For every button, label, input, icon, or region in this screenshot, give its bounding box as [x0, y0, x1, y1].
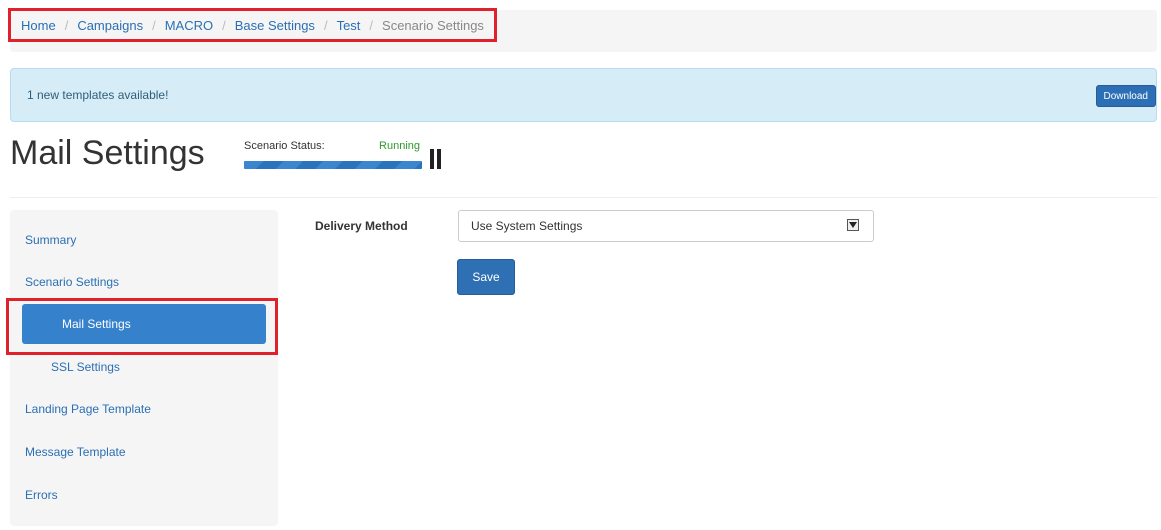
breadcrumb: Home / Campaigns / MACRO / Base Settings… [8, 8, 497, 42]
download-button[interactable]: Download [1095, 85, 1156, 107]
sidebar-item-label: Mail Settings [62, 317, 131, 331]
breadcrumb-separator: / [323, 17, 328, 33]
sidebar-item-mail-settings[interactable]: Mail Settings [22, 304, 266, 344]
sidebar-item-errors[interactable]: Errors [25, 488, 58, 502]
sidebar-item-landing-page-template[interactable]: Landing Page Template [25, 402, 151, 416]
page-title: Mail Settings [10, 134, 205, 172]
delivery-method-label: Delivery Method [315, 219, 408, 233]
breadcrumb-separator: / [152, 17, 156, 33]
sidebar-item-summary[interactable]: Summary [25, 233, 76, 247]
breadcrumb-campaigns[interactable]: Campaigns [77, 18, 143, 33]
templates-alert: 1 new templates available! Download [10, 68, 1157, 122]
sidebar-item-scenario-settings[interactable]: Scenario Settings [25, 275, 119, 289]
breadcrumb-macro[interactable]: MACRO [165, 18, 213, 33]
chevron-down-icon[interactable] [847, 219, 859, 231]
breadcrumb-current: Scenario Settings [382, 17, 484, 33]
alert-text: 1 new templates available! [27, 88, 169, 102]
delivery-method-value: Use System Settings [471, 219, 583, 233]
status-value: Running [379, 140, 420, 152]
breadcrumb-test[interactable]: Test [337, 18, 361, 33]
breadcrumb-home[interactable]: Home [21, 18, 56, 33]
pause-icon[interactable] [430, 149, 442, 169]
breadcrumb-separator: / [222, 17, 226, 33]
save-button[interactable]: Save [457, 259, 515, 295]
divider [10, 197, 1157, 198]
status-label: Scenario Status: [244, 140, 325, 152]
delivery-method-select[interactable]: Use System Settings [458, 210, 874, 242]
sidebar-item-message-template[interactable]: Message Template [25, 445, 126, 459]
breadcrumb-base-settings[interactable]: Base Settings [235, 18, 315, 33]
sidebar-item-ssl-settings[interactable]: SSL Settings [51, 360, 120, 374]
status-progress-bar [244, 161, 422, 169]
breadcrumb-separator: / [369, 17, 374, 33]
breadcrumb-separator: / [64, 17, 69, 33]
